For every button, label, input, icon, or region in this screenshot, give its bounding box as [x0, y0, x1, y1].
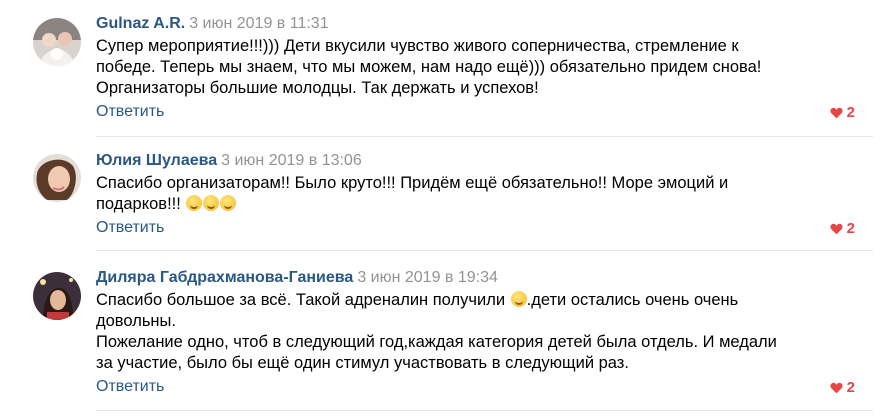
heart-icon — [830, 382, 843, 393]
comment-footer: Ответить 2 — [96, 377, 867, 399]
divider — [96, 250, 873, 251]
reply-button[interactable]: Ответить — [96, 377, 164, 397]
comment-text-line: довольны. — [96, 312, 176, 330]
author-name[interactable]: Диляра Габдрахманова-Ганиева — [96, 269, 353, 286]
like-button[interactable]: 2 — [830, 220, 855, 237]
comment-date[interactable]: 3 июн 2019 в 19:34 — [357, 269, 498, 286]
comment-header: Gulnaz A.R. 3 июн 2019 в 11:31 — [96, 14, 867, 34]
author-name[interactable]: Юлия Шулаева — [96, 152, 217, 169]
like-count: 2 — [846, 104, 855, 121]
comment-footer: Ответить 2 — [96, 218, 867, 240]
heart-icon — [830, 223, 843, 234]
comment-text-line: Пожелание одно, чтоб в следующий год,каж… — [96, 333, 777, 351]
comment-text: Спасибо большое за всё. Такой адреналин … — [96, 290, 867, 374]
comment-footer: Ответить 2 — [96, 102, 867, 124]
avatar[interactable] — [33, 18, 81, 66]
emoji-icon — [220, 195, 237, 211]
avatar-photo — [33, 154, 81, 202]
comment-text-fragment: .дети остались очень очень — [526, 291, 739, 309]
like-count: 2 — [846, 379, 855, 396]
like-button[interactable]: 2 — [830, 104, 855, 121]
divider — [96, 410, 873, 411]
comment-text-fragment: Спасибо большое за всё. Такой адреналин … — [96, 291, 506, 309]
comment-text-line: подарков!!! — [96, 194, 867, 215]
emoji-icon — [510, 291, 527, 307]
comment-text-line: победе. Теперь мы знаем, что мы можем, н… — [96, 58, 762, 76]
reply-button[interactable]: Ответить — [96, 102, 164, 122]
heart-icon — [830, 107, 843, 118]
emoji-icon — [186, 195, 203, 211]
divider — [96, 136, 873, 137]
comment-text-line: Спасибо большое за всё. Такой адреналин … — [96, 290, 867, 311]
reply-button[interactable]: Ответить — [96, 218, 164, 238]
comment-header: Диляра Габдрахманова-Ганиева 3 июн 2019 в… — [96, 268, 867, 288]
comment-text-line: за участие, было бы ещё один стимул учас… — [96, 354, 629, 372]
emoji-icon — [203, 195, 220, 211]
comment-text-line: Супер мероприятие!!!))) Дети вкусили чув… — [96, 37, 739, 55]
author-name[interactable]: Gulnaz A.R. — [96, 15, 185, 32]
comment-header: Юлия Шулаева 3 июн 2019 в 13:06 — [96, 151, 867, 171]
avatar[interactable] — [33, 154, 81, 202]
comment-date[interactable]: 3 июн 2019 в 13:06 — [221, 152, 362, 169]
avatar[interactable] — [33, 272, 81, 320]
comment-text-fragment: подарков!!! — [96, 195, 181, 213]
avatar-photo — [33, 18, 81, 66]
avatar-photo — [33, 272, 81, 320]
like-count: 2 — [846, 220, 855, 237]
comment-date[interactable]: 3 июн 2019 в 11:31 — [189, 15, 328, 32]
like-button[interactable]: 2 — [830, 379, 855, 396]
comment-text-line: Спасибо организаторам!! Было круто!!! Пр… — [96, 174, 729, 192]
comment-text-line: Организаторы большие молодцы. Так держат… — [96, 79, 539, 97]
comment-text: Супер мероприятие!!!))) Дети вкусили чув… — [96, 36, 867, 99]
comment-text: Спасибо организаторам!! Было круто!!! Пр… — [96, 173, 867, 215]
